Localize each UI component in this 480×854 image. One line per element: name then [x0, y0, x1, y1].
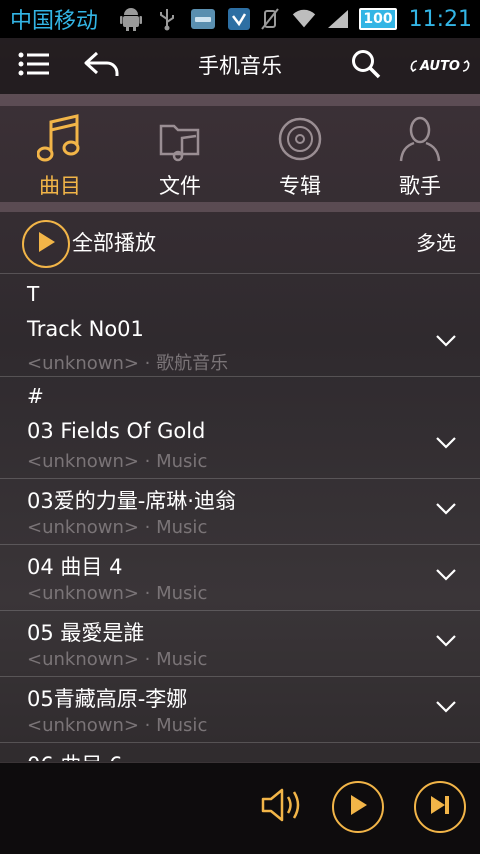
- track-title: 03爱的力量-席琳·迪翁: [27, 489, 236, 513]
- chevron-down-icon[interactable]: [434, 497, 458, 521]
- usb-icon: [154, 6, 180, 32]
- auto-button[interactable]: AUTO: [409, 38, 471, 94]
- chevron-down-icon[interactable]: [434, 329, 458, 353]
- track-subtitle: <unknown> · Music: [27, 451, 208, 472]
- carrier-name: 中国移动: [10, 9, 99, 34]
- track-row[interactable]: 05 最愛是誰 <unknown> · Music: [0, 611, 480, 677]
- back-arrow-icon: [83, 50, 121, 82]
- chevron-down-icon[interactable]: [434, 695, 458, 719]
- notification-shield-icon: [226, 6, 252, 32]
- person-icon: [395, 114, 445, 164]
- back-button[interactable]: [80, 38, 124, 94]
- auto-refresh-icon: AUTO: [409, 59, 471, 74]
- chevron-down-icon[interactable]: [434, 629, 458, 653]
- play-all-row: 全部播放 多选: [0, 212, 480, 274]
- track-title: 03 Fields Of Gold: [27, 419, 206, 443]
- tab-artists-label: 歌手: [399, 174, 441, 198]
- chevron-down-icon[interactable]: [434, 563, 458, 587]
- track-title: 04 曲目 4: [27, 555, 123, 579]
- chevron-down-icon[interactable]: [434, 431, 458, 455]
- track-list[interactable]: T Track No01 <unknown> · 歌航音乐 # 03 Field…: [0, 275, 480, 761]
- track-row[interactable]: 06 曲目 6: [0, 743, 480, 761]
- search-icon: [351, 49, 381, 83]
- folder-icon: [155, 114, 205, 164]
- track-row[interactable]: 03 Fields Of Gold <unknown> · Music: [0, 413, 480, 479]
- track-row[interactable]: 05青藏高原-李娜 <unknown> · Music: [0, 677, 480, 743]
- multi-select-button[interactable]: 多选: [416, 212, 456, 274]
- play-icon: [348, 794, 368, 820]
- tab-tracks-label: 曲目: [39, 174, 81, 198]
- notification-app-icon: [190, 6, 216, 32]
- tab-files-label: 文件: [159, 174, 201, 198]
- battery-level: 100: [359, 8, 397, 30]
- page-title: 手机音乐: [198, 54, 282, 78]
- auto-label: AUTO: [420, 58, 460, 74]
- track-row[interactable]: Track No01 <unknown> · 歌航音乐: [0, 311, 480, 377]
- track-title: 05 最愛是誰: [27, 621, 145, 645]
- tab-files[interactable]: 文件: [120, 104, 240, 200]
- clock: 11:21: [408, 6, 472, 32]
- disc-icon: [275, 114, 325, 164]
- track-title: Track No01: [27, 317, 144, 341]
- section-header: #: [27, 384, 44, 408]
- tab-albums[interactable]: 专辑: [240, 104, 360, 200]
- section-header: T: [27, 282, 40, 306]
- next-button[interactable]: [414, 781, 466, 833]
- track-subtitle: <unknown> · 歌航音乐: [27, 353, 229, 374]
- app-header: 手机音乐 AUTO: [0, 38, 480, 94]
- track-subtitle: <unknown> · Music: [27, 517, 208, 538]
- play-icon: [36, 231, 56, 257]
- tab-tracks[interactable]: 曲目: [0, 104, 120, 200]
- play-all-label[interactable]: 全部播放: [72, 212, 156, 274]
- track-subtitle: <unknown> · Music: [27, 649, 208, 670]
- vibrate-off-icon: [257, 6, 283, 32]
- signal-icon: [325, 6, 351, 32]
- track-row[interactable]: 03爱的力量-席琳·迪翁 <unknown> · Music: [0, 479, 480, 545]
- play-button[interactable]: [332, 781, 384, 833]
- category-tabs: 曲目 文件 专辑 歌手: [0, 104, 480, 200]
- menu-button[interactable]: [14, 38, 54, 94]
- player-bar: [0, 762, 480, 854]
- tab-albums-label: 专辑: [279, 174, 321, 198]
- menu-icon: [18, 51, 50, 81]
- search-button[interactable]: [346, 38, 386, 94]
- play-all-button[interactable]: [22, 220, 70, 268]
- track-subtitle: <unknown> · Music: [27, 715, 208, 736]
- track-title: 05青藏高原-李娜: [27, 687, 188, 711]
- skip-next-icon: [429, 794, 451, 820]
- tab-artists[interactable]: 歌手: [360, 104, 480, 200]
- speaker-icon: [260, 785, 306, 829]
- track-title: 06 曲目 6: [27, 749, 122, 761]
- android-icon: [118, 6, 144, 32]
- track-row[interactable]: 04 曲目 4 <unknown> · Music: [0, 545, 480, 611]
- tabs-divider: [0, 202, 480, 212]
- track-subtitle: <unknown> · Music: [27, 583, 208, 604]
- wifi-icon: [291, 6, 317, 32]
- status-bar: 中国移动 100 11:21: [0, 0, 480, 38]
- music-note-icon: [35, 114, 85, 164]
- volume-button[interactable]: [258, 785, 308, 829]
